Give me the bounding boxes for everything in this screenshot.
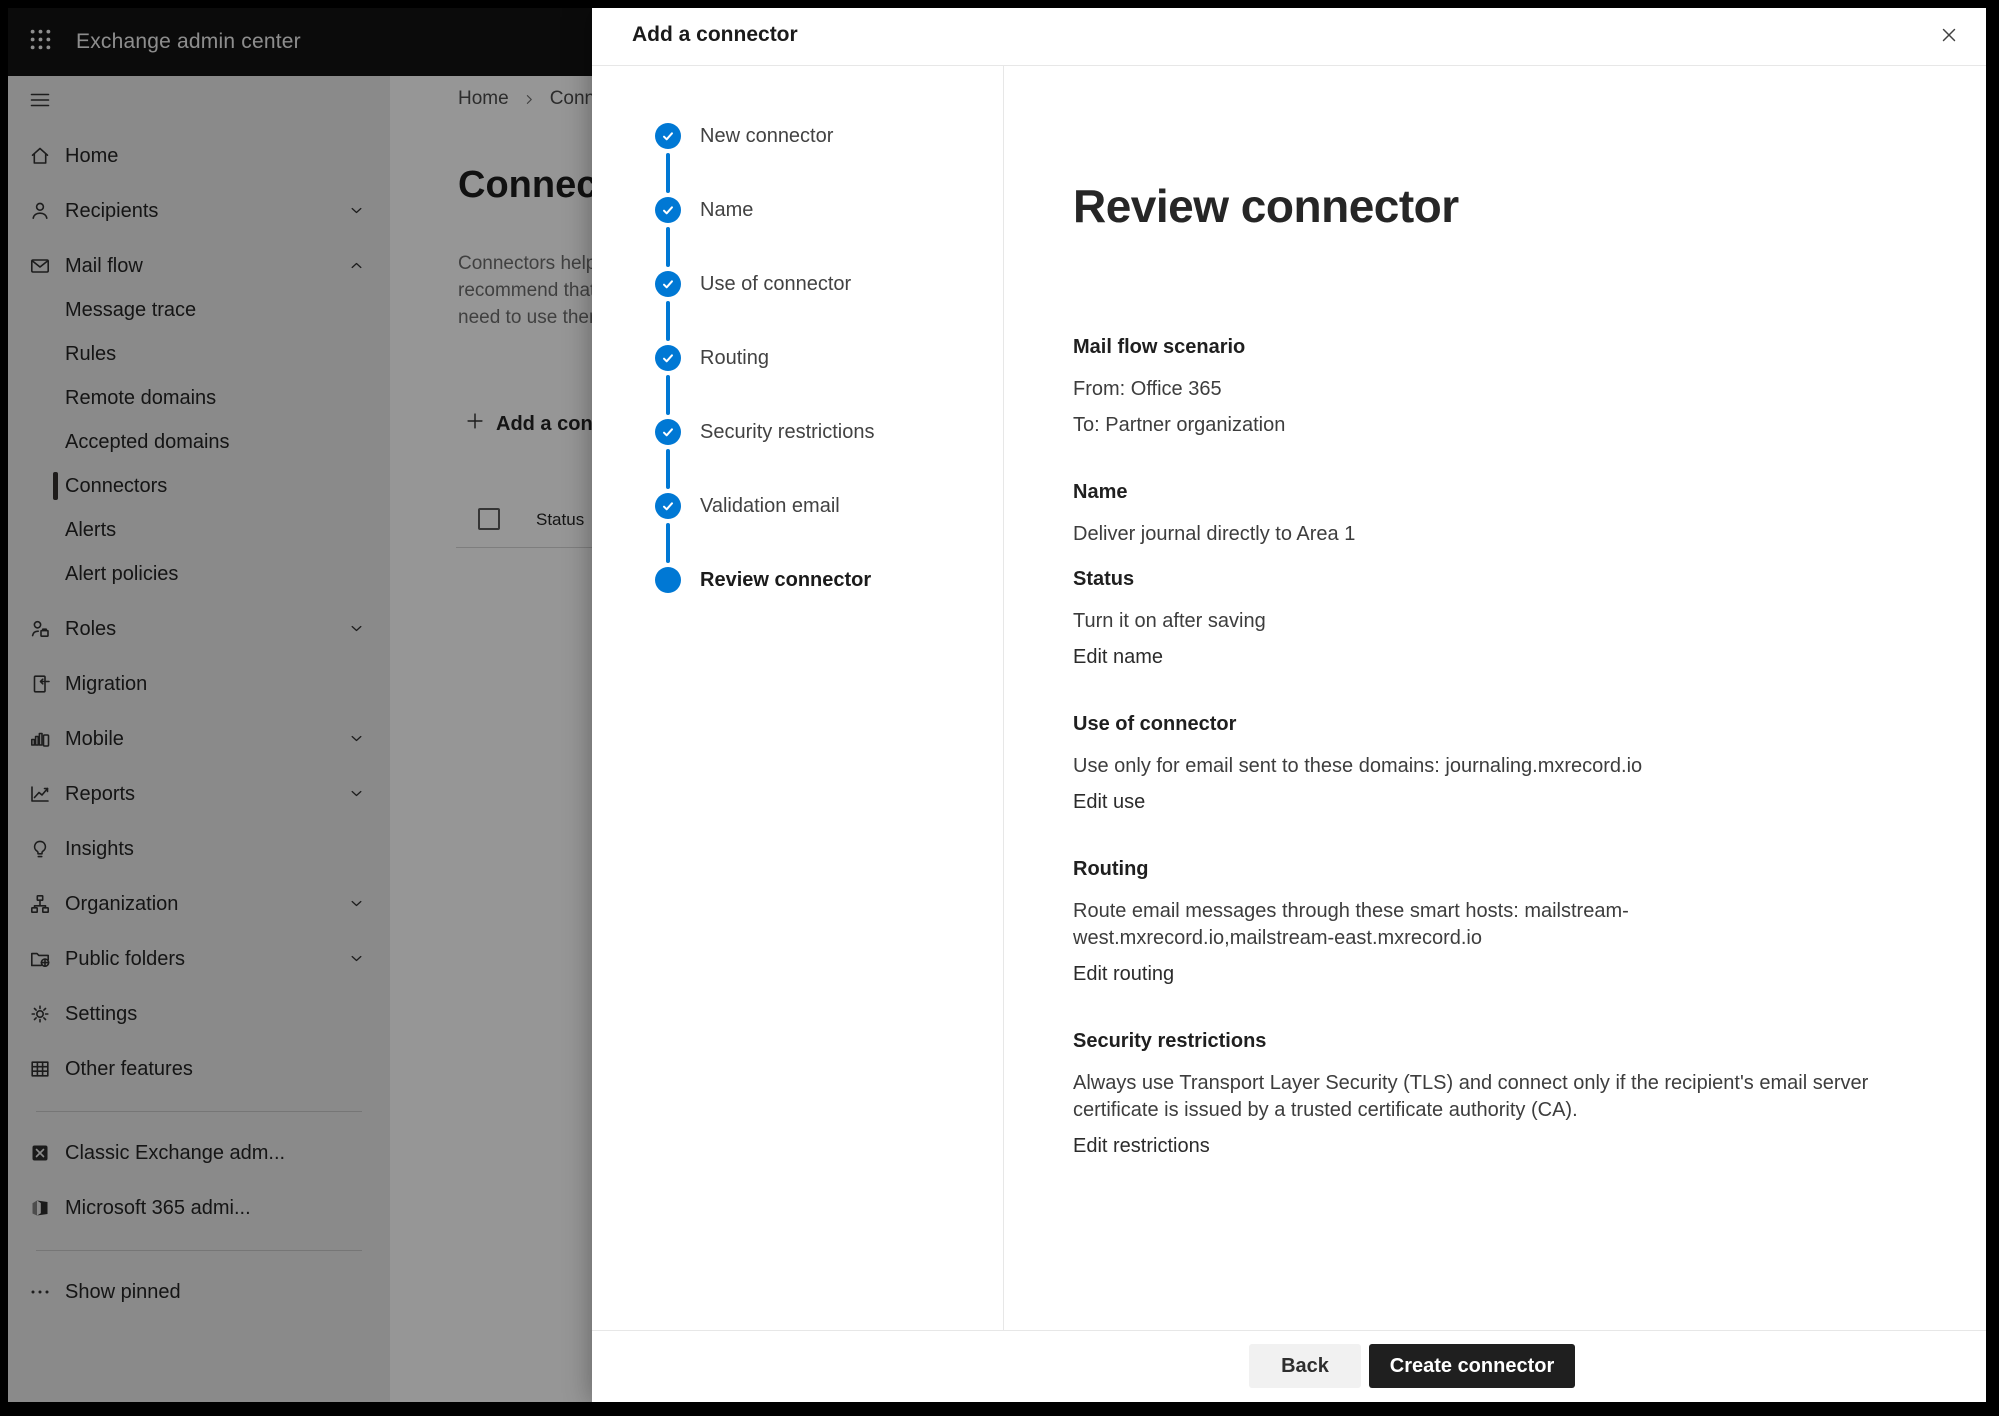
- step-connector-line: [666, 449, 670, 489]
- close-icon: [1938, 24, 1960, 51]
- app-screen: Exchange admin center HomeRecipientsMail…: [8, 8, 1986, 1402]
- review-pane: Review connector Mail flow scenario From:…: [1004, 66, 1986, 1330]
- wizard-step-validation-email[interactable]: Validation email: [592, 493, 1003, 519]
- review-section-heading: Routing: [1073, 856, 1878, 882]
- review-section-security-restrictions: Security restrictions Always use Transpor…: [1073, 1028, 1878, 1160]
- step-complete-icon: [655, 493, 681, 519]
- step-connector-line: [666, 523, 670, 563]
- review-section-text: Use only for email sent to these domains…: [1073, 753, 1878, 780]
- review-section-routing: Routing Route email messages through thes…: [1073, 856, 1878, 988]
- close-button[interactable]: [1934, 22, 1964, 52]
- wizard-step-label: Use of connector: [700, 273, 851, 296]
- edit-name-link[interactable]: Edit name: [1073, 644, 1163, 671]
- review-section-status: Status Turn it on after saving Edit name: [1073, 566, 1878, 671]
- wizard-step-label: Validation email: [700, 495, 840, 518]
- step-complete-icon: [655, 197, 681, 223]
- wizard-step-label: Review connector: [700, 569, 871, 592]
- review-section-text: From: Office 365: [1073, 376, 1878, 403]
- step-connector-line: [666, 301, 670, 341]
- review-section-text: To: Partner organization: [1073, 412, 1878, 439]
- edit-use-link[interactable]: Edit use: [1073, 789, 1145, 816]
- wizard-step-routing[interactable]: Routing: [592, 345, 1003, 371]
- step-complete-icon: [655, 123, 681, 149]
- review-sections: Mail flow scenario From: Office 365 To: Pa…: [1073, 334, 1878, 1160]
- step-connector-line: [666, 375, 670, 415]
- wizard-step-name[interactable]: Name: [592, 197, 1003, 223]
- review-section-heading: Status: [1073, 566, 1878, 592]
- edit-routing-link[interactable]: Edit routing: [1073, 961, 1174, 988]
- wizard-step-security-restrictions[interactable]: Security restrictions: [592, 419, 1003, 445]
- wizard-step-label: New connector: [700, 125, 833, 148]
- add-connector-modal: Add a connector New connector Name Use of …: [592, 8, 1986, 1402]
- wizard-step-use-of-connector[interactable]: Use of connector: [592, 271, 1003, 297]
- review-section-text: Route email messages through these smart…: [1073, 898, 1878, 952]
- wizard-step-label: Security restrictions: [700, 421, 875, 444]
- review-section-heading: Use of connector: [1073, 711, 1878, 737]
- wizard-step-label: Routing: [700, 347, 769, 370]
- review-section-mail-flow-scenario: Mail flow scenario From: Office 365 To: Pa…: [1073, 334, 1878, 439]
- review-section-text: Deliver journal directly to Area 1: [1073, 521, 1878, 548]
- review-section-use-of-connector: Use of connector Use only for email sent …: [1073, 711, 1878, 816]
- review-section-heading: Mail flow scenario: [1073, 334, 1878, 360]
- modal-footer: Back Create connector: [592, 1330, 1986, 1402]
- wizard-step-new-connector[interactable]: New connector: [592, 123, 1003, 149]
- step-connector-line: [666, 153, 670, 193]
- review-section-text: Always use Transport Layer Security (TLS…: [1073, 1070, 1878, 1124]
- step-connector-line: [666, 227, 670, 267]
- step-complete-icon: [655, 345, 681, 371]
- modal-title: Add a connector: [632, 23, 798, 47]
- review-section-heading: Name: [1073, 479, 1878, 505]
- back-button[interactable]: Back: [1249, 1344, 1361, 1388]
- review-section-heading: Security restrictions: [1073, 1028, 1878, 1054]
- create-connector-button[interactable]: Create connector: [1369, 1344, 1575, 1388]
- wizard-step-review-connector[interactable]: Review connector: [592, 567, 1003, 593]
- wizard-step-label: Name: [700, 199, 753, 222]
- review-section-name: Name Deliver journal directly to Area 1: [1073, 479, 1878, 548]
- step-complete-icon: [655, 419, 681, 445]
- step-current-icon: [655, 567, 681, 593]
- review-section-text: Turn it on after saving: [1073, 608, 1878, 635]
- modal-header: Add a connector: [592, 8, 1986, 66]
- review-title: Review connector: [1073, 178, 1916, 234]
- step-complete-icon: [655, 271, 681, 297]
- wizard-steps-nav: New connector Name Use of connector Routing…: [592, 66, 1004, 1330]
- edit-restrictions-link[interactable]: Edit restrictions: [1073, 1133, 1210, 1160]
